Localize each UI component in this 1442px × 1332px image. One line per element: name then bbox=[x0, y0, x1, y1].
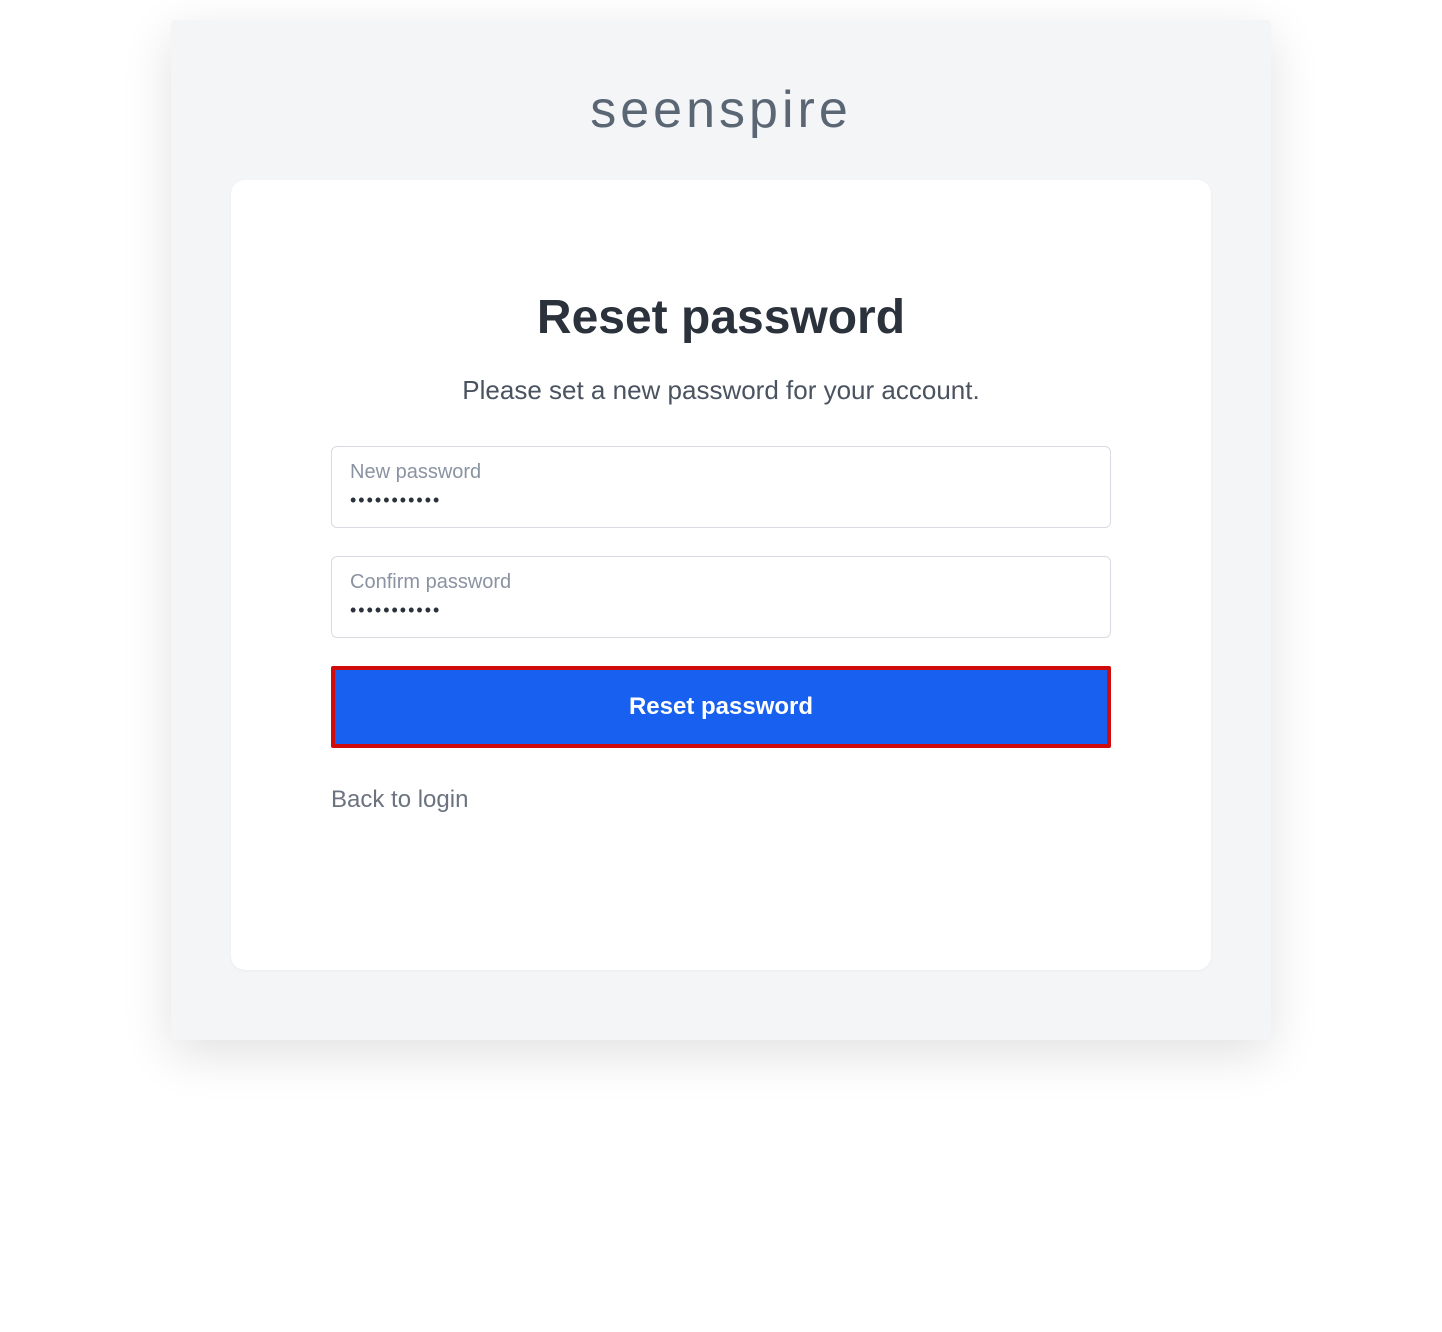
submit-highlight: Reset password bbox=[331, 666, 1111, 748]
brand-logo: seenspire bbox=[231, 80, 1211, 140]
reset-password-button[interactable]: Reset password bbox=[335, 670, 1107, 744]
new-password-field-wrapper: New password bbox=[331, 446, 1111, 528]
confirm-password-input[interactable] bbox=[350, 600, 1092, 621]
page-subtitle: Please set a new password for your accou… bbox=[331, 375, 1111, 406]
reset-password-card: Reset password Please set a new password… bbox=[231, 180, 1211, 970]
back-to-login-link[interactable]: Back to login bbox=[331, 786, 468, 813]
confirm-password-label: Confirm password bbox=[350, 571, 1092, 594]
new-password-label: New password bbox=[350, 461, 1092, 484]
new-password-input[interactable] bbox=[350, 490, 1092, 511]
page-title: Reset password bbox=[331, 290, 1111, 345]
confirm-password-field-wrapper: Confirm password bbox=[331, 556, 1111, 638]
page-container: seenspire Reset password Please set a ne… bbox=[171, 20, 1271, 1040]
